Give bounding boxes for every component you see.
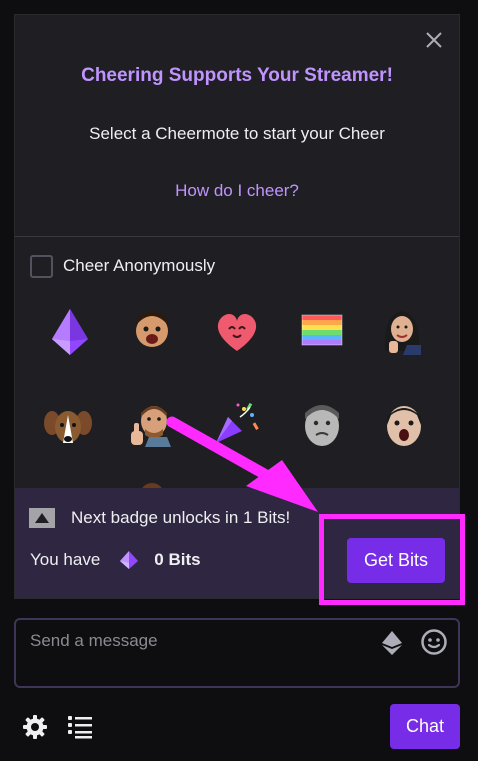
cheer-anonymously-option[interactable]: Cheer Anonymously (30, 254, 215, 278)
bits-icon[interactable] (380, 630, 404, 656)
cheermote-rainbow-flag[interactable] (297, 307, 347, 357)
popover-title: Cheering Supports Your Streamer! (81, 65, 393, 86)
bits-balance-label: You have (30, 550, 101, 569)
cheermote-streamer-face[interactable] (127, 305, 177, 355)
cheermote-party-popper[interactable] (212, 397, 262, 447)
badge-icon (29, 508, 55, 528)
divider (15, 236, 459, 237)
close-icon[interactable] (423, 29, 445, 51)
cheer-popover: Cheering Supports Your Streamer! Select … (14, 14, 460, 599)
right-edge (462, 0, 478, 761)
popover-subtitle: Select a Cheermote to start your Cheer (89, 124, 385, 143)
annotation-highlight-box (319, 514, 465, 605)
cheermote-shouting-face[interactable] (379, 401, 429, 451)
cheermote-bits-gem[interactable] (45, 307, 95, 357)
cheermote-grid (15, 305, 459, 531)
chat-panel: Cheering Supports Your Streamer! Select … (0, 0, 478, 761)
cheermote-grey-face[interactable] (297, 401, 347, 451)
cheermote-thumbs-up-streamer[interactable] (127, 401, 177, 451)
badge-progress-row: Next badge unlocks in 1 Bits! (29, 508, 290, 528)
anonymous-checkbox[interactable] (30, 254, 53, 278)
cheermote-heart[interactable] (212, 307, 262, 357)
chat-users-list-icon[interactable] (66, 714, 94, 740)
chat-message-input[interactable] (30, 629, 360, 653)
bits-balance-row: You have 0 Bits (30, 550, 201, 570)
chat-input-box[interactable] (14, 618, 460, 688)
how-to-cheer-link[interactable]: How do I cheer? (15, 181, 459, 201)
settings-gear-icon[interactable] (22, 714, 48, 740)
bits-gem-icon (120, 551, 139, 569)
chat-send-button[interactable]: Chat (390, 704, 460, 749)
bits-balance-value: 0 Bits (154, 550, 201, 569)
cheermote-streamer-wave[interactable] (377, 305, 427, 355)
badge-unlock-text: Next badge unlocks in 1 Bits! (71, 508, 291, 527)
cheermote-dog[interactable] (43, 403, 93, 453)
anonymous-label: Cheer Anonymously (63, 256, 216, 275)
emote-icon[interactable] (420, 628, 448, 656)
left-edge (0, 0, 14, 761)
triangle-badge-icon (35, 513, 49, 523)
